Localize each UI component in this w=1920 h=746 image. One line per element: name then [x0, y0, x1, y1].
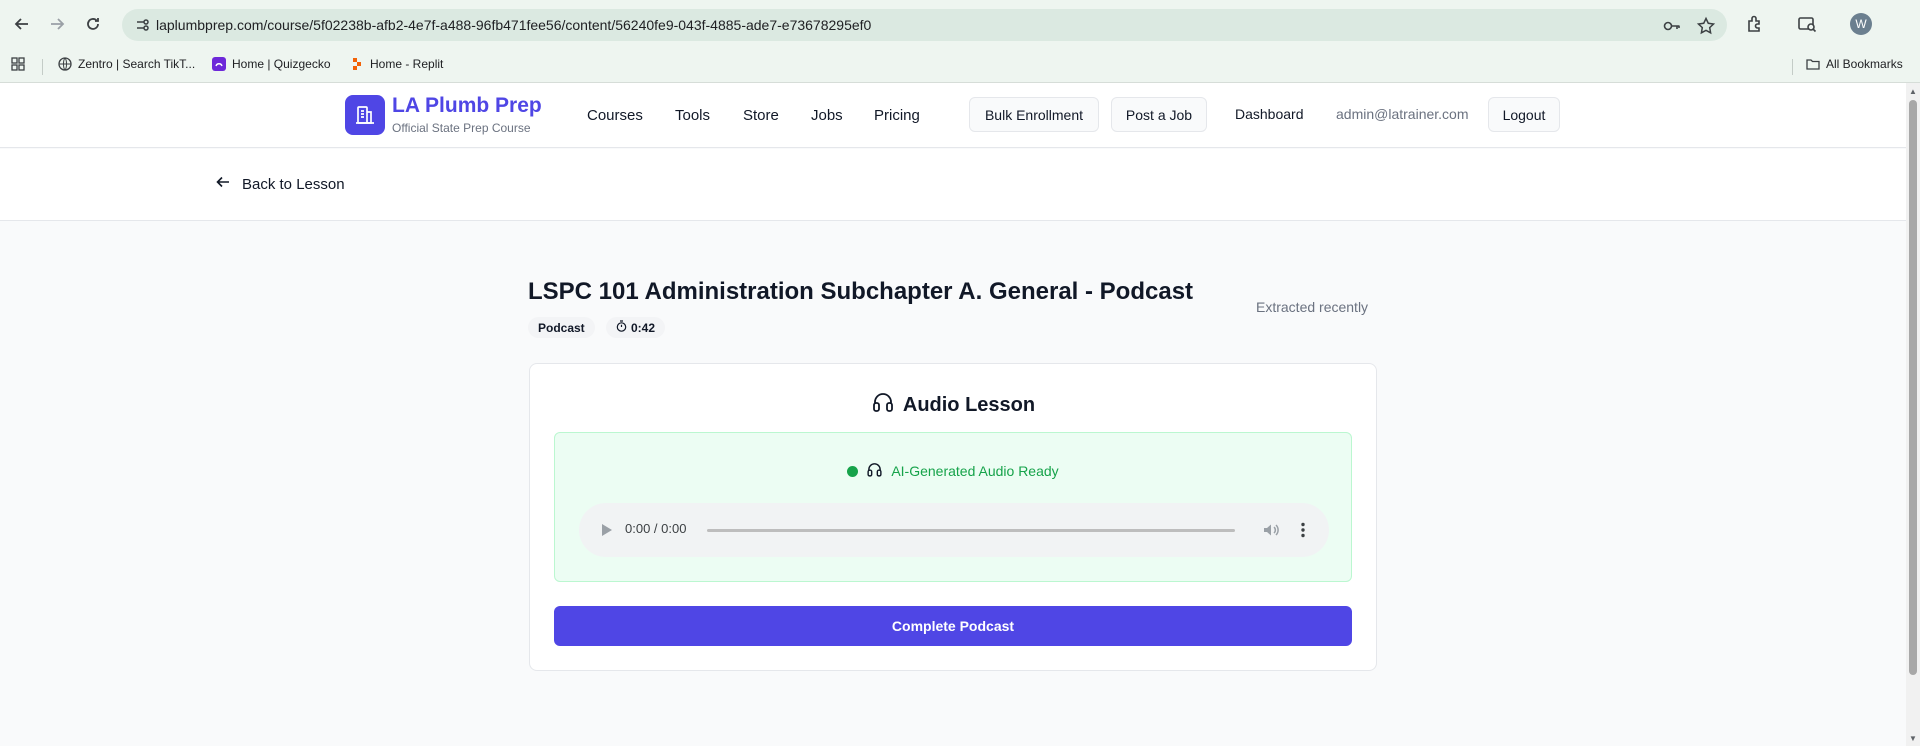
globe-icon — [58, 57, 72, 71]
page-scrollbar[interactable]: ▲ ▼ — [1906, 83, 1920, 746]
bookmark-star-icon[interactable] — [1696, 16, 1716, 36]
play-icon[interactable] — [597, 521, 615, 539]
scroll-thumb[interactable] — [1909, 100, 1917, 675]
profile-avatar[interactable]: W — [1850, 13, 1872, 35]
extracted-status: Extracted recently — [1256, 299, 1369, 315]
bookmarks-bar: Zentro | Search TikT... Home | Quizgecko… — [0, 49, 1920, 83]
podcast-badge: Podcast — [528, 317, 595, 338]
site-header: LA Plumb Prep Official State Prep Course… — [0, 83, 1906, 148]
site-info-icon[interactable] — [134, 17, 150, 33]
audio-ready-panel: AI-Generated Audio Ready 0:00 / 0:00 — [554, 432, 1352, 582]
status-dot — [847, 465, 859, 477]
player-time: 0:00 / 0:00 — [625, 521, 687, 536]
nav-jobs[interactable]: Jobs — [811, 107, 843, 124]
duration-badge: 0:42 — [606, 317, 666, 338]
audio-player[interactable]: 0:00 / 0:00 — [579, 503, 1329, 557]
nav-store[interactable]: Store — [743, 107, 779, 124]
nav-courses[interactable]: Courses — [587, 107, 643, 124]
complete-podcast-button[interactable]: Complete Podcast — [554, 606, 1352, 646]
headphones-small-icon — [866, 461, 883, 481]
arrow-left-icon — [216, 175, 230, 193]
bookmark-item[interactable]: Home - Replit — [350, 57, 443, 71]
back-to-lesson-link[interactable]: Back to Lesson — [216, 175, 345, 193]
tab-search-icon[interactable] — [1796, 13, 1818, 35]
brand-name[interactable]: LA Plumb Prep — [392, 94, 542, 118]
replit-icon — [350, 57, 364, 71]
back-to-lesson-label: Back to Lesson — [242, 175, 345, 193]
page-title: LSPC 101 Administration Subchapter A. Ge… — [528, 278, 1194, 305]
url-text[interactable]: laplumbprep.com/course/5f02238b-afb2-4e7… — [156, 17, 871, 33]
scroll-up-icon[interactable]: ▲ — [1909, 87, 1917, 96]
back-arrow-icon[interactable] — [10, 12, 34, 36]
back-bar: Back to Lesson — [0, 149, 1906, 221]
browser-toolbar: laplumbprep.com/course/5f02238b-afb2-4e7… — [0, 0, 1920, 49]
extensions-icon[interactable] — [1744, 13, 1766, 35]
user-email: admin@latrainer.com — [1336, 106, 1469, 122]
bookmark-label: Zentro | Search TikT... — [78, 57, 196, 71]
podcast-badge-label: Podcast — [538, 320, 585, 335]
bookmark-label: Home - Replit — [370, 57, 444, 71]
folder-icon — [1806, 57, 1820, 71]
nav-tools[interactable]: Tools — [675, 107, 710, 124]
apps-grid-icon[interactable] — [11, 57, 25, 71]
stopwatch-icon — [616, 320, 627, 335]
duration-label: 0:42 — [631, 320, 656, 335]
audio-lesson-heading: Audio Lesson — [530, 390, 1376, 420]
headphones-icon — [871, 390, 895, 420]
logo-icon[interactable] — [345, 95, 385, 135]
post-job-button[interactable]: Post a Job — [1111, 97, 1207, 132]
bulk-enrollment-button[interactable]: Bulk Enrollment — [969, 97, 1099, 132]
bookmarks-separator — [1792, 59, 1793, 75]
bookmarks-separator — [42, 59, 43, 75]
all-bookmarks[interactable]: All Bookmarks — [1806, 57, 1903, 71]
all-bookmarks-label: All Bookmarks — [1826, 57, 1903, 71]
audio-lesson-title: Audio Lesson — [902, 393, 1036, 416]
scroll-down-icon[interactable]: ▼ — [1909, 734, 1917, 743]
forward-arrow-icon[interactable] — [45, 12, 69, 36]
audio-lesson-card: Audio Lesson AI-Generated Audio Ready 0:… — [529, 363, 1377, 671]
password-key-icon[interactable] — [1662, 16, 1682, 36]
audio-status: AI-Generated Audio Ready — [555, 461, 1351, 481]
audio-status-label: AI-Generated Audio Ready — [891, 463, 1059, 479]
bookmark-item[interactable]: Zentro | Search TikT... — [58, 57, 195, 71]
bookmark-label: Home | Quizgecko — [232, 57, 331, 71]
browser-chrome: laplumbprep.com/course/5f02238b-afb2-4e7… — [0, 0, 1920, 83]
seek-bar[interactable] — [707, 529, 1235, 532]
more-options-icon[interactable] — [1293, 520, 1313, 540]
reload-icon[interactable] — [81, 12, 105, 36]
bookmark-item[interactable]: Home | Quizgecko — [212, 57, 331, 71]
quizgecko-icon — [212, 57, 226, 71]
nav-pricing[interactable]: Pricing — [874, 107, 920, 124]
volume-icon[interactable] — [1261, 520, 1281, 540]
logout-button[interactable]: Logout — [1488, 97, 1560, 132]
brand-tagline: Official State Prep Course — [392, 121, 531, 135]
address-bar[interactable]: laplumbprep.com/course/5f02238b-afb2-4e7… — [122, 9, 1727, 41]
dashboard-link[interactable]: Dashboard — [1235, 106, 1304, 122]
